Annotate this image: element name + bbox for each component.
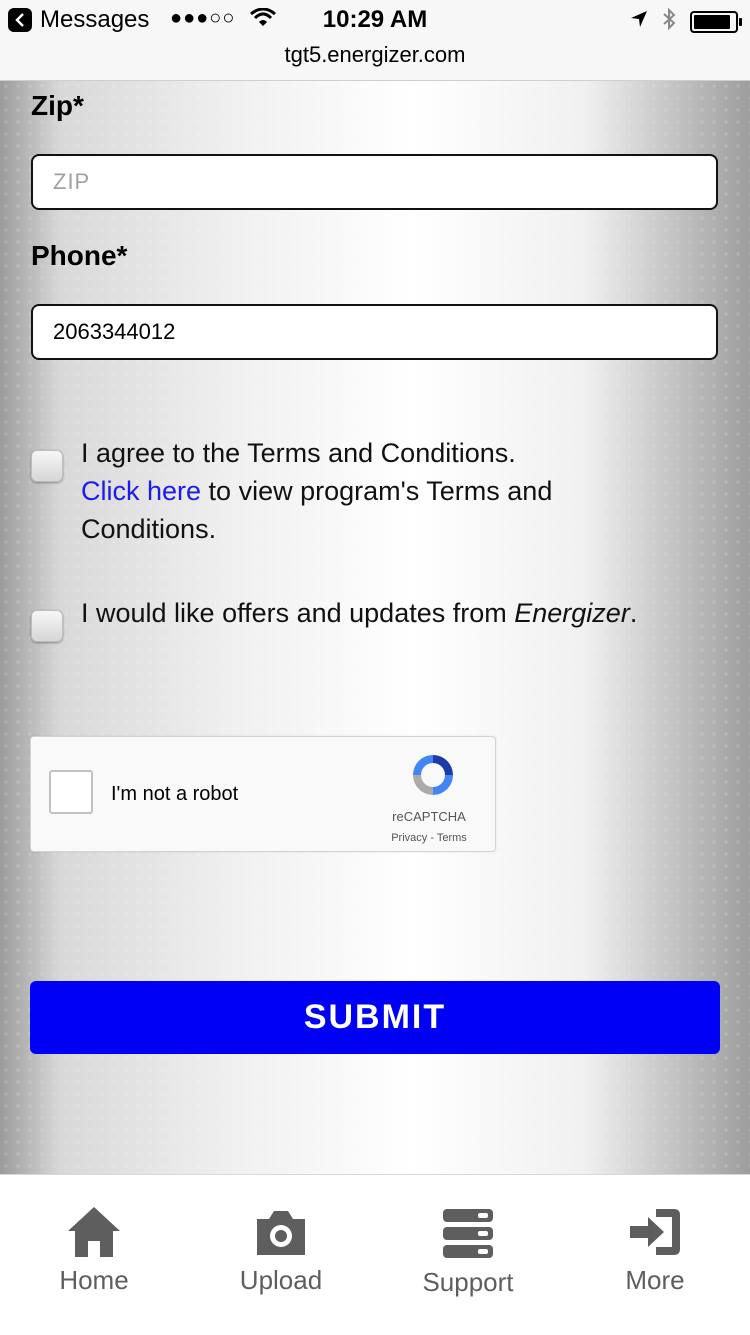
tab-home-label: Home	[59, 1265, 129, 1295]
terms-text: I agree to the Terms and Conditions. Cli…	[81, 434, 681, 548]
zip-label: Zip*	[31, 90, 84, 121]
recaptcha-logo-icon	[413, 755, 453, 795]
bottom-tab-bar: Home Upload Support More	[0, 1174, 750, 1335]
form-content: Zip* Phone* I agree to the Terms and Con…	[0, 80, 750, 1174]
tab-support-label: Support	[422, 1267, 514, 1297]
recaptcha-privacy-terms[interactable]: Privacy - Terms	[367, 832, 491, 844]
tab-more[interactable]: More	[561, 1205, 749, 1296]
offers-checkbox[interactable]	[31, 610, 63, 642]
recaptcha-brand: reCAPTCHA	[392, 809, 466, 824]
camera-icon	[257, 1211, 305, 1255]
submit-button[interactable]: SUBMIT	[30, 981, 720, 1054]
tab-upload[interactable]: Upload	[187, 1205, 375, 1296]
recaptcha-widget: I'm not a robot reCAPTCHA Privacy - Term…	[30, 736, 496, 852]
phone-label: Phone*	[31, 240, 128, 271]
sign-in-icon	[630, 1209, 680, 1255]
home-icon	[68, 1207, 120, 1257]
terms-agree-text: I agree to the Terms and Conditions.	[81, 438, 516, 468]
offers-text-start: I would like offers and updates from	[81, 598, 515, 628]
offers-text-end: .	[629, 598, 638, 628]
tab-more-label: More	[625, 1265, 685, 1295]
status-bar: Messages ●●●○○ 10:29 AM tgt5.energizer.c…	[0, 0, 750, 81]
server-icon	[443, 1209, 493, 1258]
offers-brand: Energizer	[514, 598, 630, 628]
terms-link[interactable]: Click here	[81, 476, 201, 506]
tab-home[interactable]: Home	[0, 1205, 188, 1296]
bluetooth-icon	[662, 7, 676, 35]
offers-text: I would like offers and updates from Ene…	[81, 594, 681, 632]
terms-checkbox[interactable]	[31, 450, 63, 482]
battery-icon	[690, 10, 742, 33]
tab-upload-label: Upload	[239, 1265, 323, 1295]
phone-input[interactable]	[31, 304, 718, 360]
recaptcha-checkbox[interactable]	[49, 770, 93, 814]
tab-support[interactable]: Support	[374, 1205, 562, 1298]
location-arrow-icon	[630, 10, 648, 33]
recaptcha-label: I'm not a robot	[111, 783, 239, 805]
url-bar[interactable]: tgt5.energizer.com	[0, 42, 750, 68]
zip-input[interactable]	[31, 154, 718, 210]
